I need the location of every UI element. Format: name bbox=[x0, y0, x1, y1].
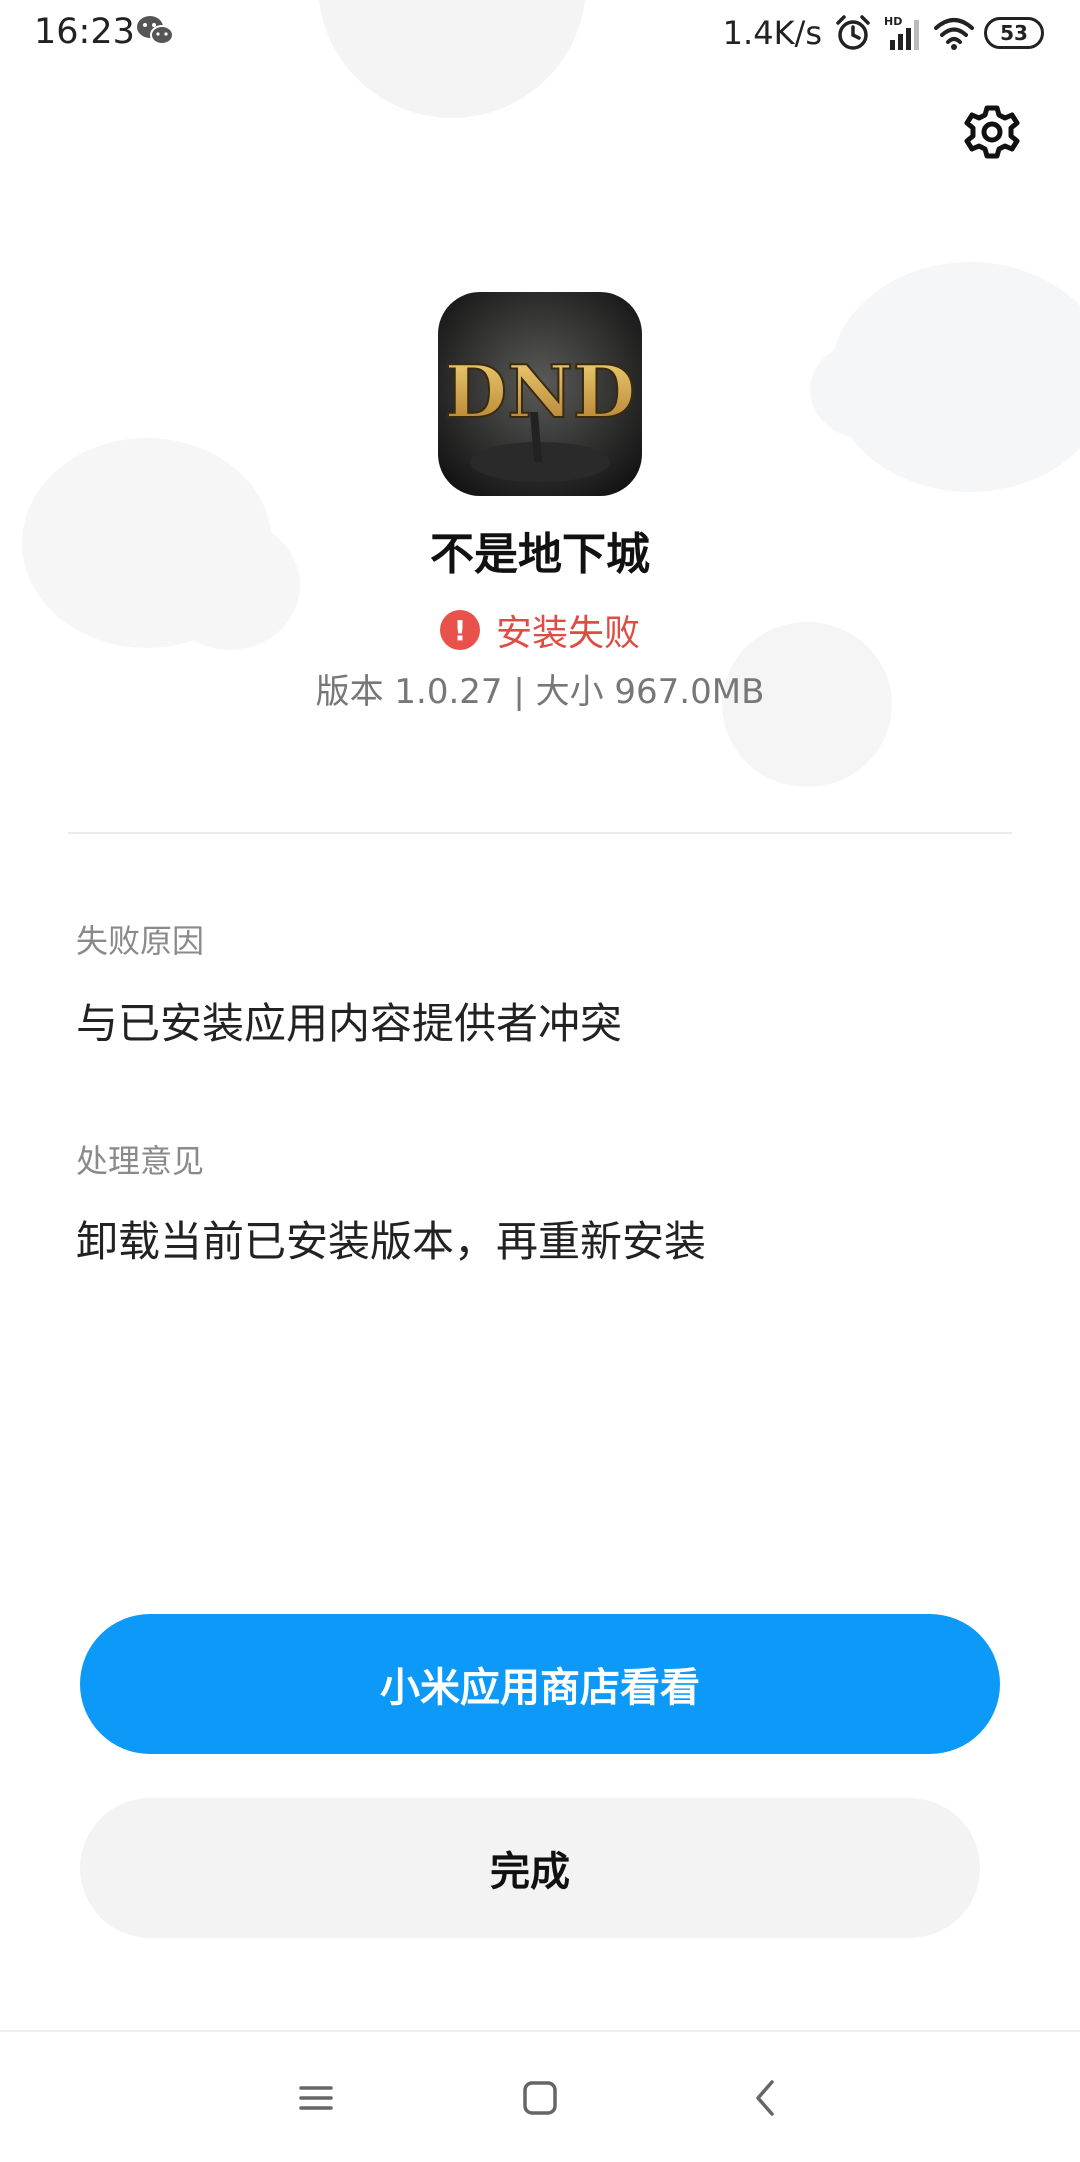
battery-icon: 53 bbox=[984, 17, 1044, 49]
app-store-button[interactable]: 小米应用商店看看 bbox=[80, 1614, 1000, 1754]
network-speed: 1.4K/s bbox=[722, 14, 822, 52]
status-bar: 16:23 1.4K/s HD 53 bbox=[0, 0, 1080, 70]
menu-icon bbox=[299, 2086, 333, 2110]
gear-icon bbox=[964, 105, 1020, 159]
app-name: 不是地下城 bbox=[430, 529, 650, 580]
menu-button[interactable] bbox=[286, 2068, 346, 2128]
app-icon-logo-text: DND bbox=[445, 349, 636, 434]
back-button[interactable] bbox=[736, 2068, 796, 2128]
app-icon: DND bbox=[438, 292, 642, 496]
status-time: 16:23 bbox=[34, 12, 135, 52]
navigation-bar bbox=[0, 2030, 1080, 2162]
settings-button[interactable] bbox=[960, 100, 1024, 164]
home-button[interactable] bbox=[510, 2068, 570, 2128]
svg-text:HD: HD bbox=[884, 15, 902, 28]
wifi-icon bbox=[934, 14, 974, 52]
advice-value: 卸载当前已安装版本，再重新安装 bbox=[76, 1217, 707, 1266]
failure-reason-label: 失败原因 bbox=[76, 922, 205, 960]
install-status: ! 安装失败 bbox=[0, 604, 1080, 656]
install-status-text: 安装失败 bbox=[495, 613, 640, 654]
background-bubble bbox=[810, 340, 930, 440]
error-icon: ! bbox=[439, 610, 480, 650]
failure-reason-value: 与已安装应用内容提供者冲突 bbox=[76, 999, 623, 1048]
advice-label: 处理意见 bbox=[76, 1142, 205, 1180]
home-icon bbox=[523, 2081, 557, 2115]
done-button[interactable]: 完成 bbox=[80, 1798, 980, 1938]
wechat-icon bbox=[136, 14, 174, 48]
status-indicators: 1.4K/s HD 53 bbox=[723, 10, 1044, 56]
divider bbox=[68, 832, 1012, 834]
hd-signal-icon: HD bbox=[884, 14, 922, 52]
back-icon bbox=[756, 2080, 774, 2116]
version-size-info: 版本 1.0.27 | 大小 967.0MB bbox=[315, 672, 765, 712]
alarm-icon bbox=[834, 14, 872, 52]
